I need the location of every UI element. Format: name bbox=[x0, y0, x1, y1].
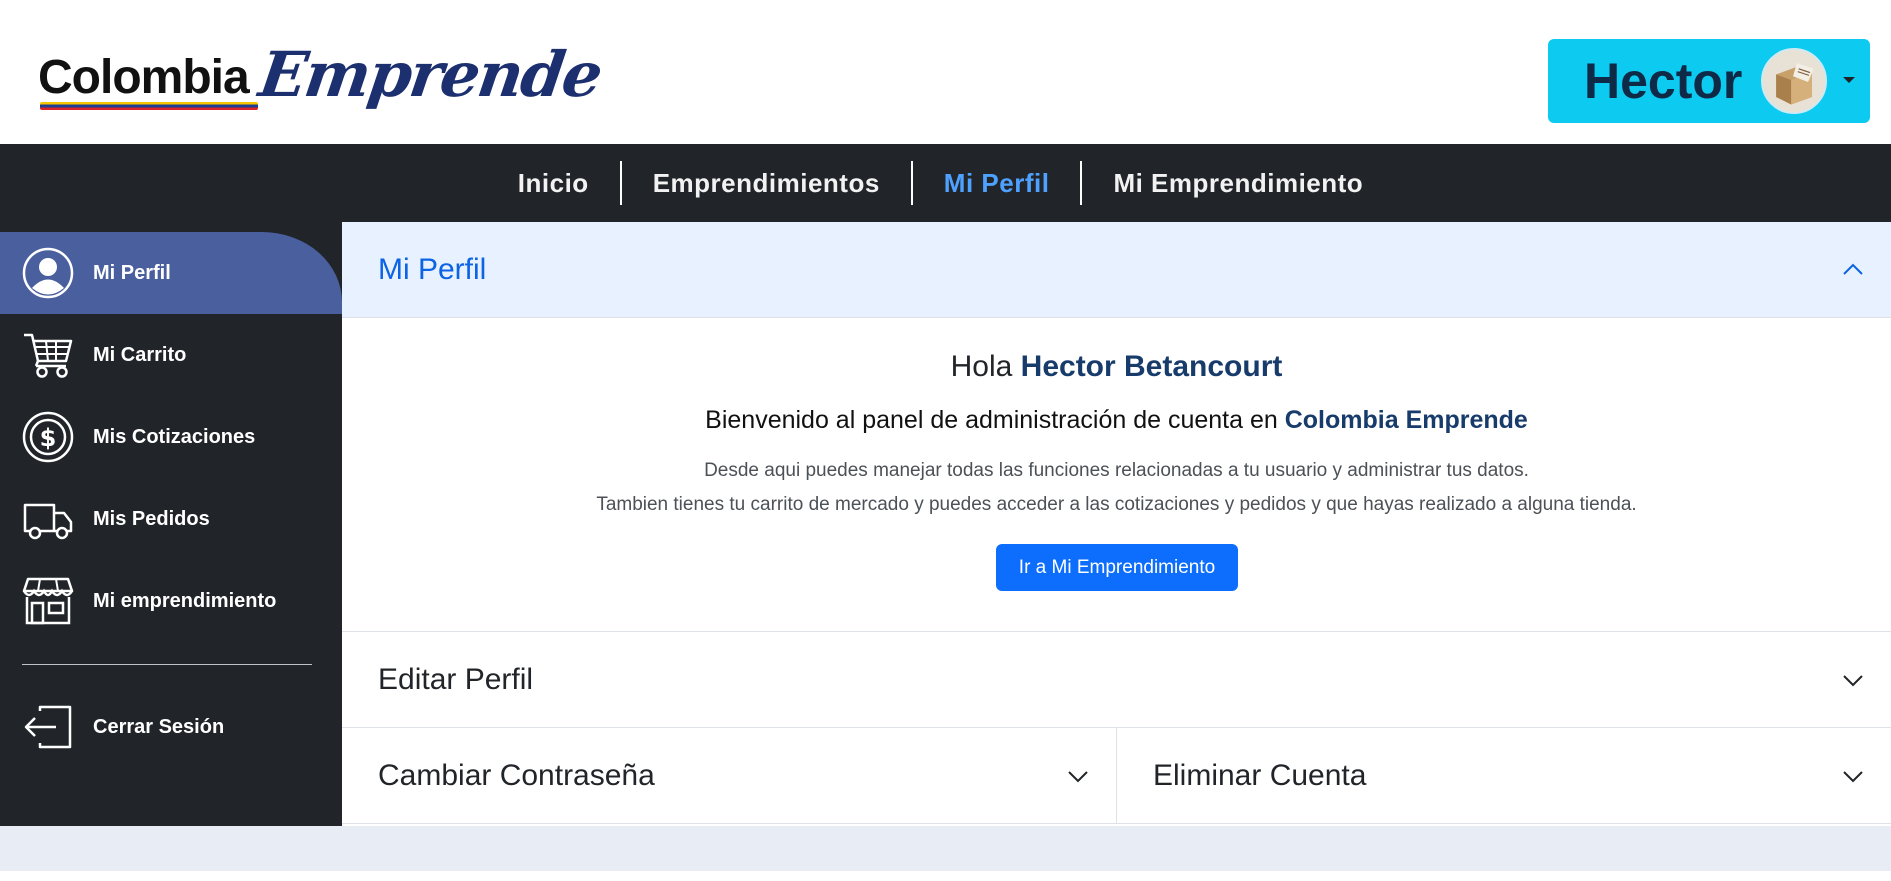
nav-item-inicio[interactable]: Inicio bbox=[487, 168, 620, 199]
page-footer-band bbox=[0, 826, 1891, 871]
chevron-up-icon bbox=[1841, 258, 1865, 282]
sidebar-item-mi-carrito[interactable]: Mi Carrito bbox=[0, 314, 342, 396]
logo-flag-stripe bbox=[40, 102, 258, 110]
accordion-editar-perfil-header[interactable]: Editar Perfil bbox=[342, 632, 1891, 728]
nav-item-emprendimientos[interactable]: Emprendimientos bbox=[622, 168, 911, 199]
sidebar-item-label: Mis Cotizaciones bbox=[93, 425, 256, 448]
svg-text:$: $ bbox=[40, 424, 57, 452]
description-line-1: Desde aqui puedes manejar todas las func… bbox=[704, 460, 1529, 481]
sidebar-item-mis-cotizaciones[interactable]: $ Mis Cotizaciones bbox=[0, 396, 342, 478]
welcome-prefix: Bienvenido al panel de administración de… bbox=[705, 406, 1278, 434]
caret-down-icon bbox=[1843, 77, 1855, 83]
sidebar-item-mi-perfil[interactable]: Mi Perfil bbox=[0, 232, 342, 314]
page-bottom bbox=[0, 871, 1891, 881]
chevron-down-icon bbox=[1841, 764, 1865, 788]
sidebar-item-label: Mi emprendimiento bbox=[93, 589, 277, 612]
logout-label: Cerrar Sesión bbox=[93, 715, 225, 738]
sidebar-item-mi-emprendimiento[interactable]: Mi emprendimiento bbox=[0, 560, 342, 642]
accordion-title: Mi Perfil bbox=[378, 252, 487, 286]
logout-icon bbox=[22, 701, 74, 753]
greeting-user-name: Hector Betancourt bbox=[1020, 350, 1283, 383]
user-circle-icon bbox=[22, 247, 74, 299]
greeting: Hola Hector Betancourt bbox=[342, 350, 1891, 384]
cart-icon bbox=[22, 329, 74, 381]
nav-item-mi-emprendimiento[interactable]: Mi Emprendimiento bbox=[1082, 168, 1394, 199]
logout-button[interactable]: Cerrar Sesión bbox=[0, 686, 342, 768]
user-name: Hector bbox=[1584, 53, 1743, 109]
accordion-mi-perfil-header[interactable]: Mi Perfil bbox=[342, 222, 1891, 318]
logo-text-colombia: Colombia bbox=[38, 51, 250, 104]
go-to-mi-emprendimiento-button[interactable]: Ir a Mi Emprendimiento bbox=[996, 544, 1238, 591]
sidebar: Mi Perfil Mi Carrito $ Mis Cotizaciones … bbox=[0, 222, 342, 826]
user-avatar-photo-icon bbox=[1763, 50, 1825, 112]
sidebar-item-label: Mis Pedidos bbox=[93, 507, 210, 530]
sidebar-item-label: Mi Perfil bbox=[93, 261, 171, 284]
dollar-circle-icon: $ bbox=[22, 411, 74, 463]
profile-panel: Mi Perfil Hola Hector Betancourt Bienven… bbox=[342, 222, 1891, 826]
accordion-cambiar-contrasena-header[interactable]: Cambiar Contraseña bbox=[342, 728, 1117, 824]
welcome-brand: Colombia Emprende bbox=[1284, 406, 1528, 434]
description-line-2: Tambien tienes tu carrito de mercado y p… bbox=[596, 494, 1637, 515]
sidebar-item-mis-pedidos[interactable]: Mis Pedidos bbox=[0, 478, 342, 560]
header: Colombia Emprende Hector bbox=[0, 0, 1891, 144]
logo-text-emprende: Emprende bbox=[254, 38, 606, 111]
colombia-emprende-logo[interactable]: Colombia Emprende bbox=[38, 38, 605, 118]
truck-icon bbox=[22, 493, 74, 545]
accordion-title: Cambiar Contraseña bbox=[378, 758, 655, 792]
greeting-prefix: Hola bbox=[950, 350, 1013, 383]
avatar bbox=[1761, 48, 1827, 114]
accordion-title: Editar Perfil bbox=[378, 662, 534, 696]
welcome-message: Bienvenido al panel de administración de… bbox=[342, 406, 1891, 435]
shop-icon bbox=[22, 575, 74, 627]
sidebar-divider bbox=[22, 664, 312, 665]
sidebar-item-label: Mi Carrito bbox=[93, 343, 187, 366]
main-navbar: Inicio Emprendimientos Mi Perfil Mi Empr… bbox=[0, 144, 1891, 222]
accordion-eliminar-cuenta-header[interactable]: Eliminar Cuenta bbox=[1117, 728, 1891, 824]
user-menu-button[interactable]: Hector bbox=[1548, 39, 1870, 123]
nav-item-mi-perfil[interactable]: Mi Perfil bbox=[913, 168, 1081, 199]
chevron-down-icon bbox=[1066, 764, 1090, 788]
chevron-down-icon bbox=[1841, 668, 1865, 692]
accordion-title: Eliminar Cuenta bbox=[1153, 758, 1367, 792]
